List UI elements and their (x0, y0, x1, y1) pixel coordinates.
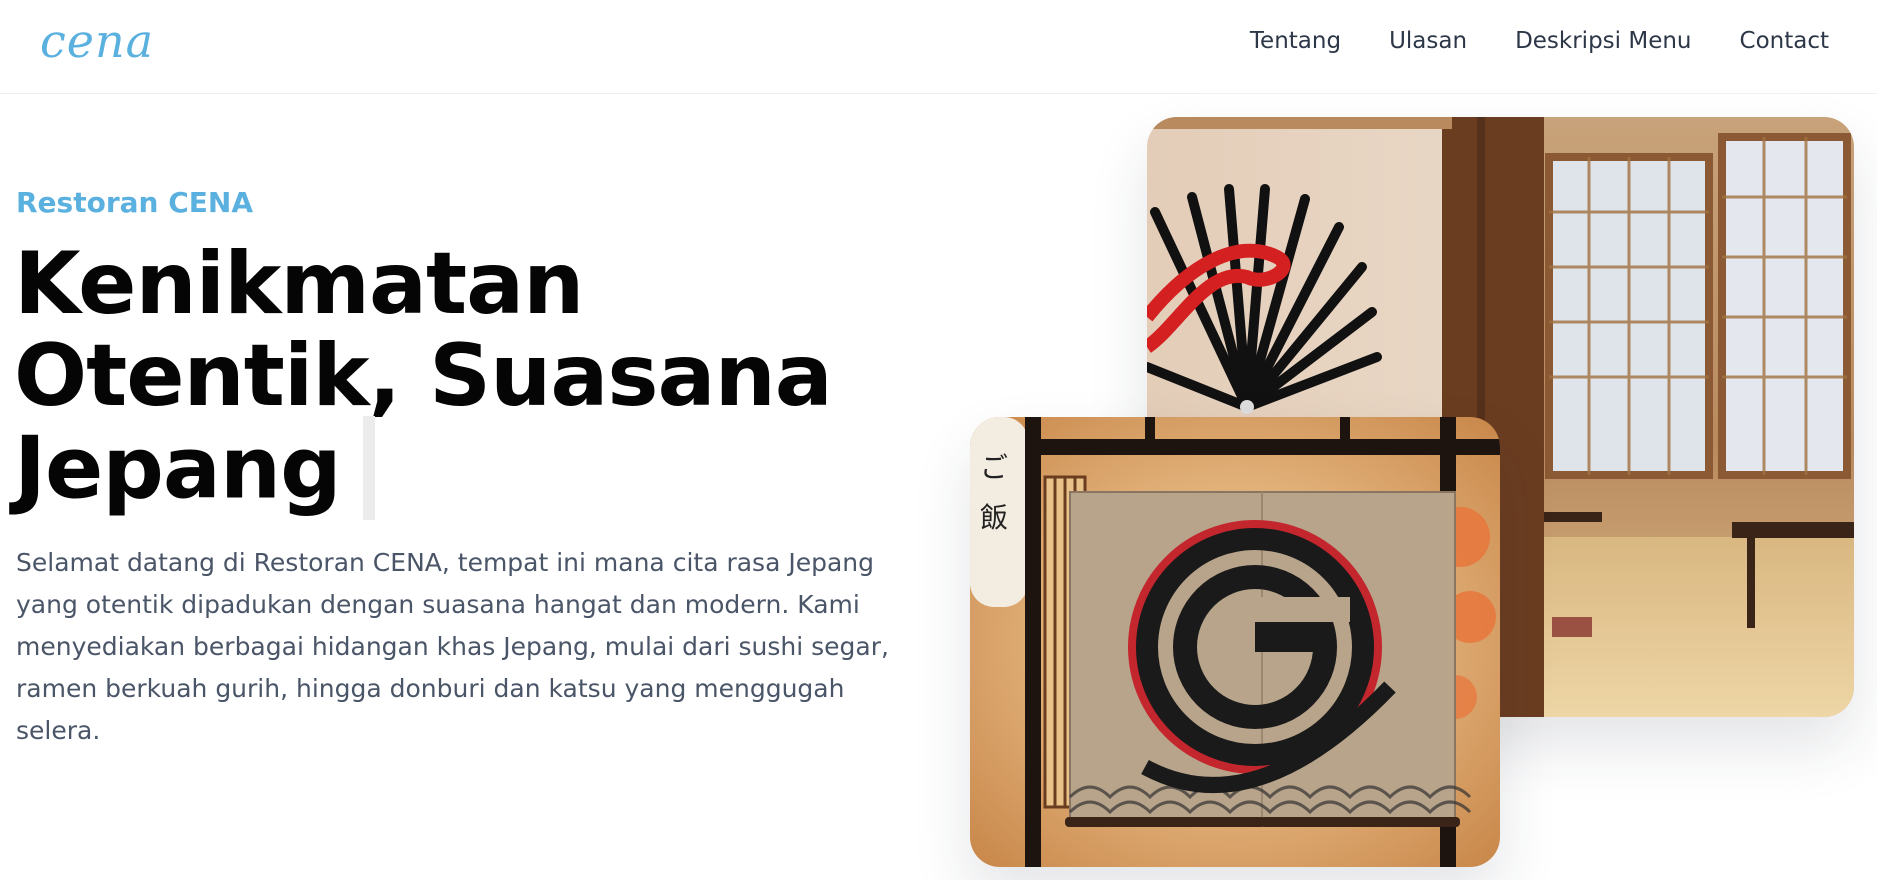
nav-link-deskripsi-menu[interactable]: Deskripsi Menu (1515, 28, 1691, 54)
hero-eyebrow: Restoran CENA (16, 186, 254, 219)
hero-description: Selamat datang di Restoran CENA, tempat … (16, 548, 889, 745)
svg-text:飯: 飯 (980, 501, 1008, 534)
nav-link-contact[interactable]: Contact (1740, 28, 1829, 54)
noren-illustration: ご 飯 (970, 417, 1500, 867)
main-nav: Tentang Ulasan Deskripsi Menu Contact (1250, 28, 1829, 54)
site-header: cena Tentang Ulasan Deskripsi Menu Conta… (0, 0, 1877, 94)
headline-line-2: Otentik, Suasana (14, 326, 833, 426)
svg-text:ご: ご (980, 451, 1008, 484)
brand-logo[interactable]: cena (40, 14, 154, 68)
headline-line-3: Jepang (14, 416, 854, 526)
shoji-window (1545, 133, 1851, 479)
typing-caret (362, 416, 375, 520)
nav-link-ulasan[interactable]: Ulasan (1389, 28, 1467, 54)
hero-headline: Kenikmatan Otentik, Suasana Jepang (14, 238, 854, 526)
headline-line-1: Kenikmatan (14, 234, 584, 334)
headline-line-3-text: Jepang (14, 418, 342, 519)
entrance-photo: ご 飯 (970, 417, 1500, 867)
nav-link-tentang[interactable]: Tentang (1250, 28, 1341, 54)
